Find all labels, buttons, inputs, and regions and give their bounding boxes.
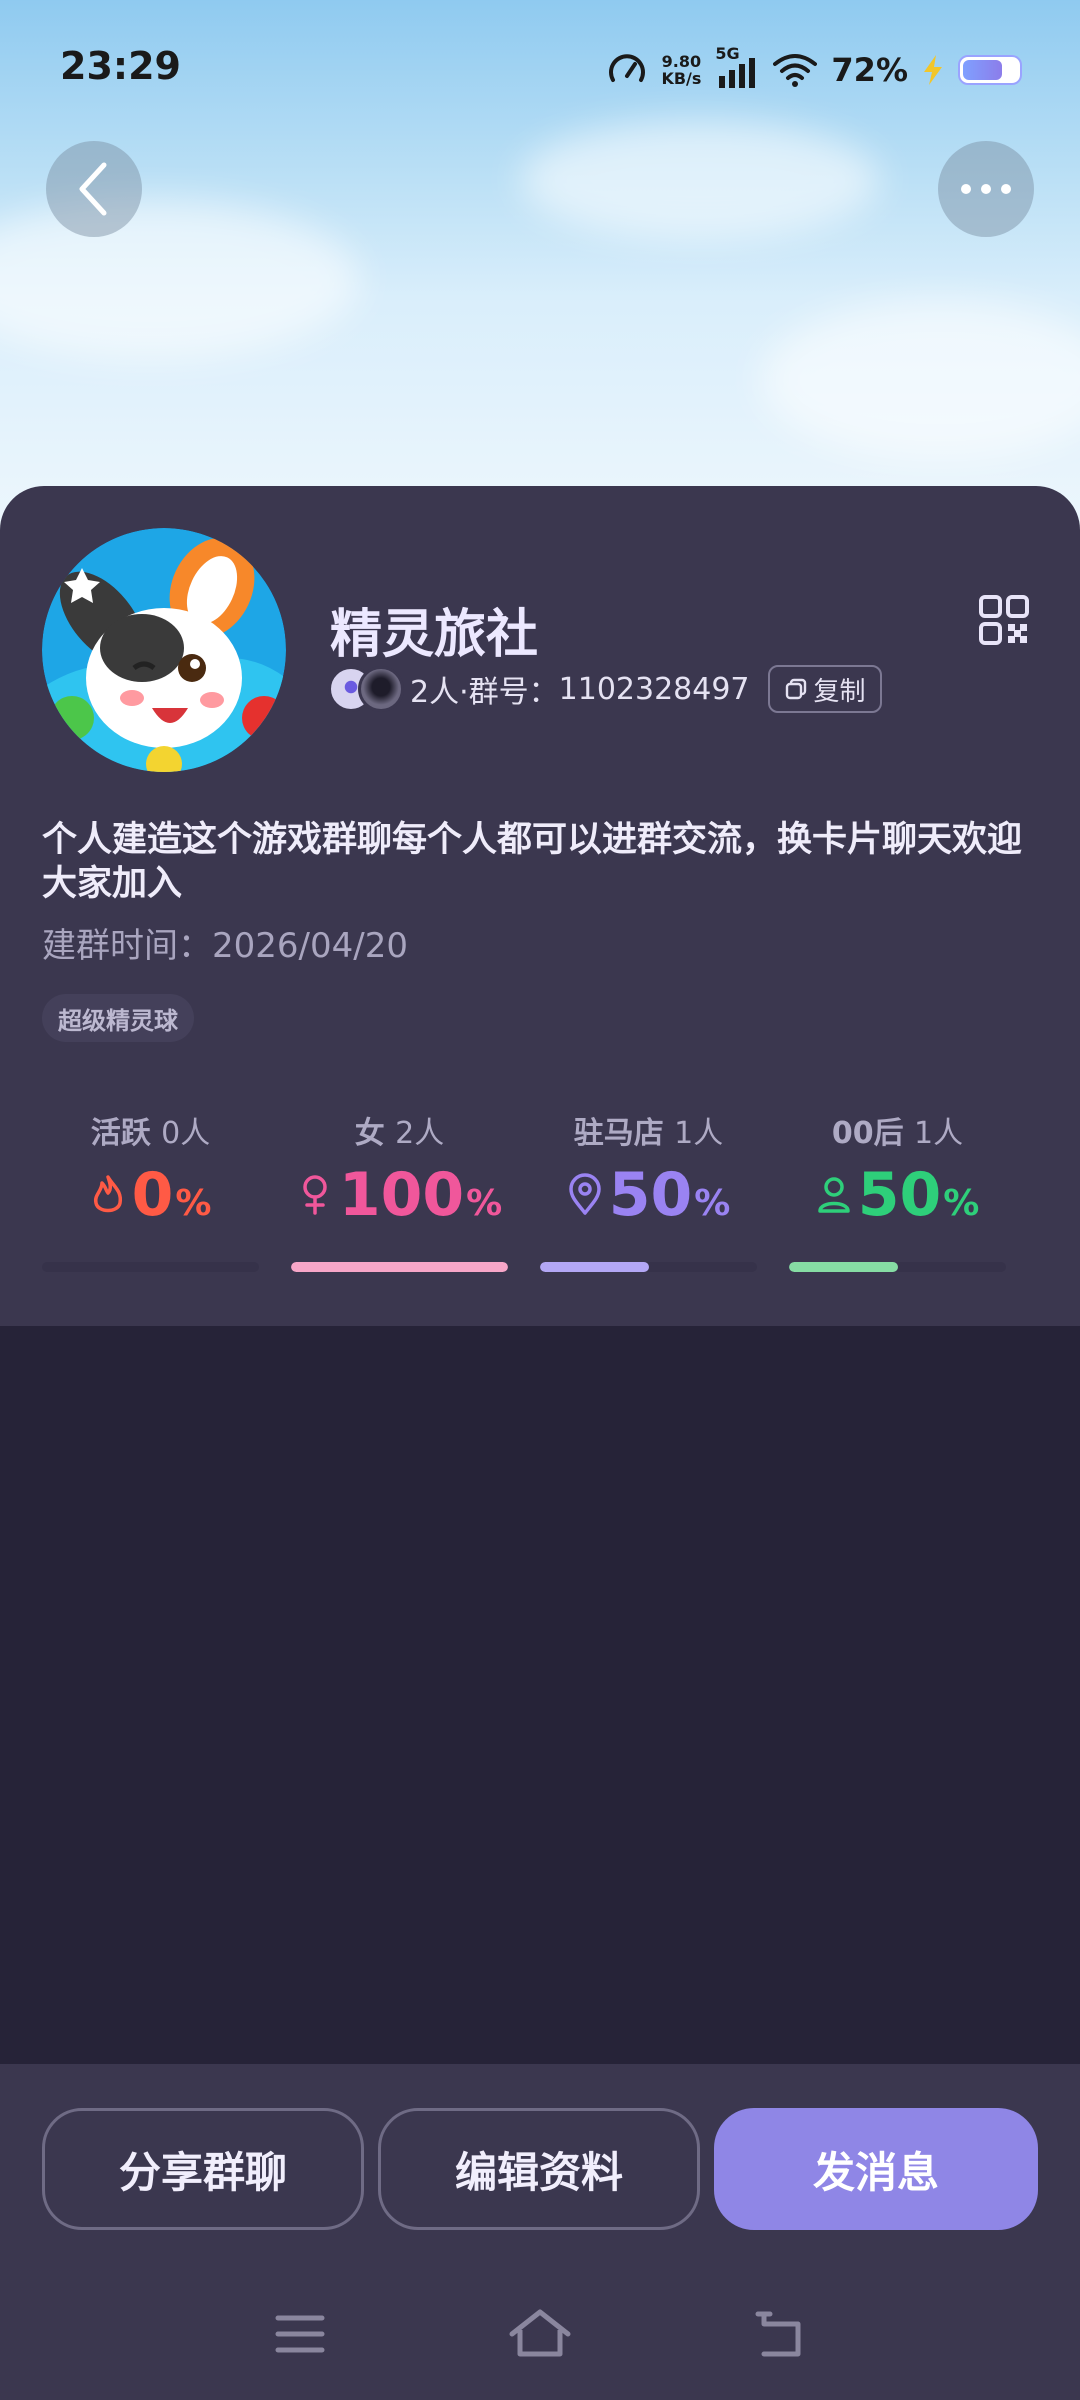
stat-unit: %: [943, 1183, 980, 1224]
battery-fill: [963, 60, 1002, 80]
stat-track: [789, 1262, 1006, 1272]
group-description: 个人建造这个游戏群聊每个人都可以进群交流，换卡片聊天欢迎大家加入: [42, 820, 1023, 904]
battery-percent: 72%: [831, 51, 908, 89]
stat-bar: [291, 1262, 508, 1272]
battery-icon: [958, 55, 1022, 85]
female-icon: [303, 1175, 327, 1215]
stat-unit: %: [694, 1183, 731, 1224]
stat-label: 驻马店: [573, 1116, 664, 1151]
stat-count: 2人: [395, 1116, 445, 1151]
qr-code-icon[interactable]: [978, 594, 1030, 646]
cellular-signal-icon: 5G: [715, 44, 759, 90]
send-message-button[interactable]: 发消息: [714, 2108, 1038, 2230]
stat-count: 0人: [161, 1116, 211, 1151]
member-count: 2人: [410, 675, 460, 710]
network-speed: 9.80 KB/s: [661, 52, 702, 88]
stat-age[interactable]: 00后 1人 50 %: [789, 1100, 1038, 1280]
person-icon: [817, 1177, 850, 1213]
stat-label: 女: [354, 1116, 385, 1151]
chevron-left-icon: [79, 162, 107, 216]
flame-icon: [93, 1175, 122, 1213]
stat-value: 100: [338, 1160, 465, 1230]
stat-value: 0: [131, 1160, 174, 1230]
menu-icon[interactable]: [260, 2304, 340, 2364]
charging-icon: [924, 55, 942, 85]
home-icon[interactable]: [500, 2304, 580, 2364]
stat-track: [291, 1262, 508, 1272]
copy-label: 复制: [813, 676, 866, 707]
stat-unit: %: [466, 1183, 503, 1224]
stat-count: 1人: [674, 1116, 724, 1151]
group-meta: 2人 ·群号： 1102328497 复制: [328, 662, 882, 716]
stat-unit: %: [175, 1183, 212, 1224]
group-tag[interactable]: 超级精灵球: [42, 994, 194, 1042]
stat-track: [540, 1262, 757, 1272]
share-group-button[interactable]: 分享群聊: [42, 2108, 364, 2230]
location-pin-icon: [568, 1173, 601, 1215]
stat-label: 活跃: [90, 1116, 151, 1151]
member-avatar: [358, 666, 404, 712]
group-id: 1102328497: [558, 671, 750, 707]
stat-bar: [540, 1262, 649, 1272]
more-options-button[interactable]: [938, 141, 1034, 237]
back-button[interactable]: [46, 141, 142, 237]
stat-female[interactable]: 女 2人 100 %: [291, 1100, 540, 1280]
member-stats: 活跃 0人 0 % 女 2人 100 % 驻马店 1人 50 % 00后 1人 …: [42, 1100, 1038, 1280]
copy-group-id-button[interactable]: 复制: [767, 665, 882, 713]
more-icon: [961, 184, 1011, 194]
stat-count: 1人: [914, 1116, 964, 1151]
group-id-label: ·群号：: [459, 675, 559, 710]
status-bar: 23:29 9.80 KB/s 5G 72%: [0, 0, 1080, 140]
wifi-icon: [773, 54, 818, 87]
back-nav-icon[interactable]: [740, 2304, 820, 2364]
created-time: 建群时间：2026/04/20: [42, 918, 408, 967]
member-avatars[interactable]: [328, 666, 404, 712]
speedometer-icon: [609, 54, 646, 82]
stat-value: 50: [857, 1160, 942, 1230]
stat-location[interactable]: 驻马店 1人 50 %: [540, 1100, 789, 1280]
group-avatar[interactable]: [42, 528, 286, 772]
stat-label: 00后: [831, 1116, 904, 1151]
stat-active[interactable]: 活跃 0人 0 %: [42, 1100, 291, 1280]
group-name: 精灵旅社: [330, 605, 539, 665]
stat-track: [42, 1262, 259, 1272]
status-time: 23:29: [60, 44, 181, 88]
created-date: 2026/04/20: [212, 926, 408, 966]
created-label: 建群时间：: [42, 926, 212, 966]
stat-bar: [789, 1262, 898, 1272]
stat-value: 50: [608, 1160, 693, 1230]
copy-icon: [785, 678, 806, 700]
edit-profile-button[interactable]: 编辑资料: [378, 2108, 700, 2230]
